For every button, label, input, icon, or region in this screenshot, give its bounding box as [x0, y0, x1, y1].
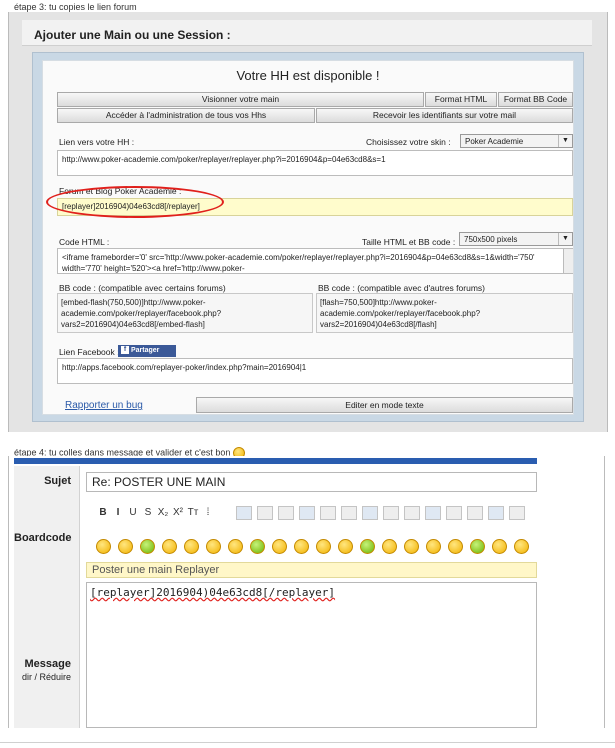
smiley-row [96, 538, 537, 556]
smiley-icon[interactable] [404, 539, 419, 554]
facebook-share-button[interactable]: f Partager [118, 345, 176, 357]
smiley-icon[interactable] [338, 539, 353, 554]
smiley-icon[interactable] [140, 539, 155, 554]
smiley-icon[interactable] [316, 539, 331, 554]
message-textarea[interactable]: [replayer]2016904)04e63cd8[/replayer] [86, 582, 537, 728]
message-label-cell: Message dir / Réduire [14, 580, 80, 728]
smiley-icon[interactable] [96, 539, 111, 554]
toolbar-button[interactable]: Tт [186, 507, 200, 518]
toolbar-icon[interactable] [320, 506, 336, 520]
message-label: Message [24, 658, 71, 670]
toolbar-icon[interactable] [362, 506, 378, 520]
facebook-share-label: Partager [131, 347, 160, 354]
smiley-icon[interactable] [206, 539, 221, 554]
smiley-icon[interactable] [228, 539, 243, 554]
toolbar-button[interactable]: B [96, 507, 110, 518]
size-select-value: 750x500 pixels [464, 235, 518, 244]
html-format-button[interactable]: Format HTML [425, 92, 497, 107]
toolbar-icon[interactable] [467, 506, 483, 520]
toolbar-icon[interactable] [257, 506, 273, 520]
smiley-icon[interactable] [294, 539, 309, 554]
receive-ids-button[interactable]: Recevoir les identifiants sur votre mail [316, 108, 573, 123]
toolbar-icon[interactable] [425, 506, 441, 520]
size-select[interactable]: 750x500 pixels ▼ [459, 232, 573, 246]
report-bug-link[interactable]: Rapporter un bug [65, 400, 143, 411]
size-label: Taille HTML et BB code : [362, 237, 456, 247]
toolbar-icon[interactable] [509, 506, 525, 520]
html-code-label: Code HTML : [59, 237, 110, 247]
smiley-icon[interactable] [514, 539, 529, 554]
toolbar-button[interactable]: X² [171, 507, 185, 518]
message-sub-links[interactable]: dir / Réduire [14, 671, 71, 684]
bbcode1-label: BB code : (compatible avec certains foru… [59, 283, 226, 293]
hh-link-field[interactable]: http://www.poker-academie.com/poker/repl… [57, 150, 573, 176]
red-highlight-circle [46, 186, 224, 218]
panel-header: Ajouter une Main ou une Session : [22, 20, 592, 46]
html-code-field[interactable]: <iframe frameborder='0' src='http://www.… [57, 248, 573, 274]
toolbar-button[interactable]: ⁞ [201, 507, 215, 518]
smiley-icon[interactable] [118, 539, 133, 554]
toolbar-button[interactable]: I [111, 507, 125, 518]
smiley-icon[interactable] [492, 539, 507, 554]
skin-select-value: Poker Academie [465, 137, 524, 146]
message-text: [replayer]2016904)04e63cd8[/replayer] [90, 586, 336, 599]
hh-title: Votre HH est disponible ! [236, 68, 380, 83]
toolbar-icon[interactable] [299, 506, 315, 520]
step3-caption: étape 3: tu copies le lien forum [14, 2, 137, 12]
toolbar-icon[interactable] [383, 506, 399, 520]
toolbar-button[interactable]: S [141, 507, 155, 518]
smiley-icon[interactable] [250, 539, 265, 554]
toolbar-icon[interactable] [446, 506, 462, 520]
toolbar-button[interactable]: U [126, 507, 140, 518]
boardcode-label: Boardcode [14, 498, 80, 580]
bottom-divider [0, 742, 615, 743]
view-hand-button[interactable]: Visionner votre main [57, 92, 424, 107]
facebook-link-field[interactable]: http://apps.facebook.com/replayer-poker/… [57, 358, 573, 384]
toolbar-icon[interactable] [236, 506, 252, 520]
forum-top-bar [14, 458, 537, 464]
facebook-label: Lien Facebook : [59, 347, 120, 357]
smiley-icon[interactable] [448, 539, 463, 554]
smiley-icon[interactable] [162, 539, 177, 554]
smiley-icon[interactable] [360, 539, 375, 554]
toolbar-icon[interactable] [488, 506, 504, 520]
smiley-icon[interactable] [184, 539, 199, 554]
smiley-icon[interactable] [272, 539, 287, 554]
toolbar-icon[interactable] [278, 506, 294, 520]
link-label: Lien vers votre HH : [59, 137, 135, 147]
format-toolbar: B I U S X₂ X² Tт ⁞ [96, 505, 536, 523]
smiley-icon[interactable] [426, 539, 441, 554]
bbcode1-field[interactable]: [embed-flash(750,500)]http://www.poker-a… [57, 293, 313, 333]
bbcode2-field[interactable]: [flash=750,500]http://www.poker-academie… [316, 293, 573, 333]
smiley-icon[interactable] [382, 539, 397, 554]
bbcode2-label: BB code : (compatible avec d'autres foru… [318, 283, 485, 293]
html-code-scrollbar[interactable] [563, 249, 573, 273]
admin-button[interactable]: Accéder à l'administration de tous vos H… [57, 108, 315, 123]
toolbar-icon[interactable] [341, 506, 357, 520]
subject-input[interactable]: Re: POSTER UNE MAIN [86, 472, 537, 492]
skin-label: Choisissez votre skin : [366, 137, 451, 147]
toolbar-icon[interactable] [404, 506, 420, 520]
edit-text-mode-button[interactable]: Editer en mode texte [196, 397, 573, 413]
facebook-icon: f [121, 346, 129, 355]
bbcode-format-button[interactable]: Format BB Code [498, 92, 573, 107]
dropdown-arrow-icon: ▼ [558, 135, 572, 147]
dropdown-arrow-icon: ▼ [558, 233, 572, 245]
smiley-icon[interactable] [470, 539, 485, 554]
replayer-post-line[interactable]: Poster une main Replayer [86, 562, 537, 578]
subject-label: Sujet [14, 466, 80, 498]
toolbar-button[interactable]: X₂ [156, 507, 170, 518]
skin-select[interactable]: Poker Academie ▼ [460, 134, 573, 148]
